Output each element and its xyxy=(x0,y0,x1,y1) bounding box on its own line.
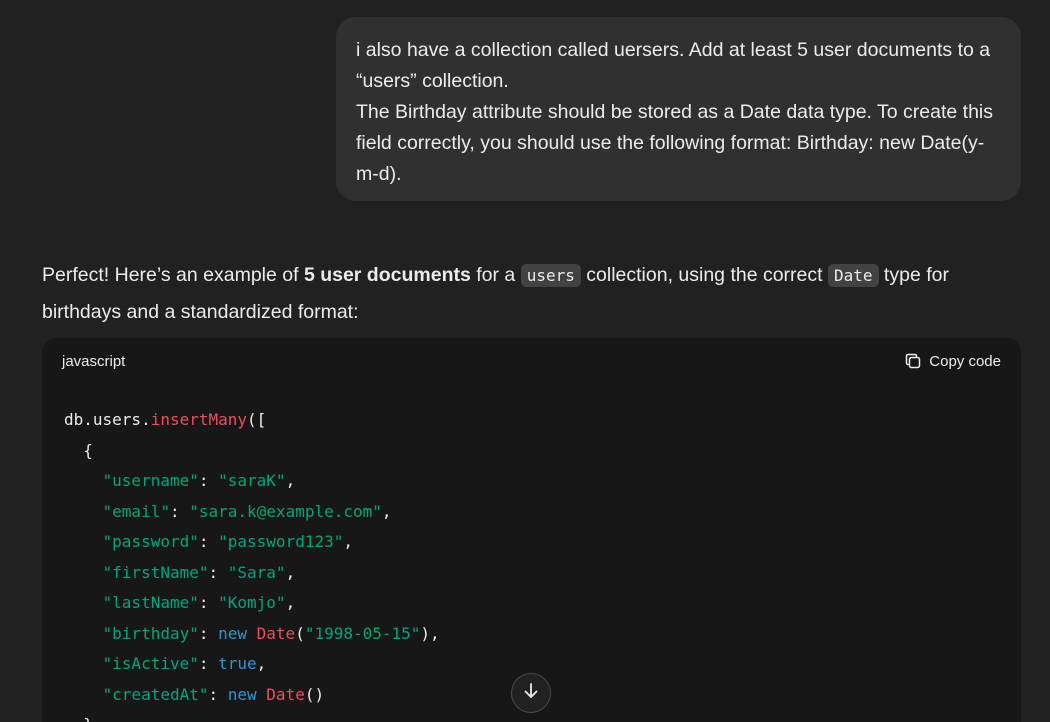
code-token: : xyxy=(208,684,228,704)
code-token: true xyxy=(218,654,257,673)
code-token: , xyxy=(285,471,296,490)
code-token: "firstName" xyxy=(102,562,209,582)
intro-text: collection, using the correct xyxy=(580,264,828,286)
code-block-header: javascript Copy code xyxy=(42,338,1021,384)
code-token: Date xyxy=(266,684,305,704)
code-token: db.users. xyxy=(64,410,151,429)
code-content: db.users.insertMany([ { "username": "sar… xyxy=(42,384,1021,722)
code-token: }, xyxy=(64,715,102,722)
code-token: ), xyxy=(420,623,440,643)
user-message-bubble: i also have a collection called uersers.… xyxy=(336,17,1021,201)
code-token: "lastName" xyxy=(102,593,199,612)
code-token: "password" xyxy=(102,532,199,551)
intro-bold-text: 5 user documents xyxy=(303,264,471,286)
code-token: ( xyxy=(295,623,305,643)
code-token: , xyxy=(285,593,296,612)
code-token: ([ xyxy=(247,410,267,429)
code-line: db.users.insertMany([ xyxy=(64,405,999,436)
code-token: "username" xyxy=(102,471,199,490)
inline-code-users: users xyxy=(520,264,581,287)
code-token: : xyxy=(198,623,219,643)
code-line: { xyxy=(64,436,999,467)
code-token: { xyxy=(64,440,93,460)
chat-page: i also have a collection called uersers.… xyxy=(0,0,1050,722)
code-token: insertMany xyxy=(150,410,248,429)
code-token: "email" xyxy=(102,501,170,521)
code-token: "createdAt" xyxy=(102,684,209,704)
code-token: "birthday" xyxy=(102,623,199,643)
code-token: "1998-05-15" xyxy=(304,623,421,643)
code-token: : xyxy=(169,501,190,521)
inline-code-date: Date xyxy=(827,264,879,287)
assistant-message: Perfect! Here’s an example of 5 user doc… xyxy=(42,257,1017,330)
intro-text: for a xyxy=(470,264,521,286)
code-token: : xyxy=(198,532,219,551)
code-token: "Komjo" xyxy=(218,593,286,612)
code-token: , xyxy=(256,654,267,673)
code-token: "isActive" xyxy=(102,654,199,673)
code-token: : xyxy=(198,654,219,673)
code-line: "firstName": "Sara", xyxy=(64,558,999,589)
scroll-to-bottom-button[interactable] xyxy=(511,673,551,713)
code-line: "lastName": "Komjo", xyxy=(64,588,999,619)
code-line: "birthday": new Date("1998-05-15"), xyxy=(64,619,999,650)
code-token: "Sara" xyxy=(227,562,286,582)
code-token: , xyxy=(381,501,392,521)
code-line: "username": "saraK", xyxy=(64,466,999,497)
code-token: , xyxy=(285,562,296,582)
code-line: "email": "sara.k@example.com", xyxy=(64,497,999,528)
code-token: new xyxy=(227,684,267,704)
code-line: "password": "password123", xyxy=(64,527,999,558)
code-token: : xyxy=(198,593,219,612)
user-message-line: i also have a collection called uersers.… xyxy=(356,39,991,92)
copy-icon xyxy=(904,352,922,370)
code-token: "saraK" xyxy=(218,471,286,490)
copy-code-button[interactable]: Copy code xyxy=(904,352,1001,370)
code-language-label: javascript xyxy=(62,352,126,370)
user-message-line: The Birthday attribute should be stored … xyxy=(356,101,994,185)
code-token: , xyxy=(343,532,353,551)
arrow-down-icon xyxy=(521,681,541,706)
code-token: : xyxy=(208,562,228,582)
code-block: javascript Copy code db.users.insertMany… xyxy=(42,338,1021,722)
code-token: new xyxy=(218,623,257,643)
code-token: "password123" xyxy=(218,532,344,551)
code-token: Date xyxy=(256,623,296,643)
copy-code-label: Copy code xyxy=(929,352,1001,370)
code-token: () xyxy=(304,684,325,704)
code-token: : xyxy=(198,471,219,490)
assistant-intro-paragraph: Perfect! Here’s an example of 5 user doc… xyxy=(42,257,1017,330)
code-token: "sara.k@example.com" xyxy=(189,501,382,521)
intro-text: Perfect! Here’s an example of xyxy=(42,264,304,286)
